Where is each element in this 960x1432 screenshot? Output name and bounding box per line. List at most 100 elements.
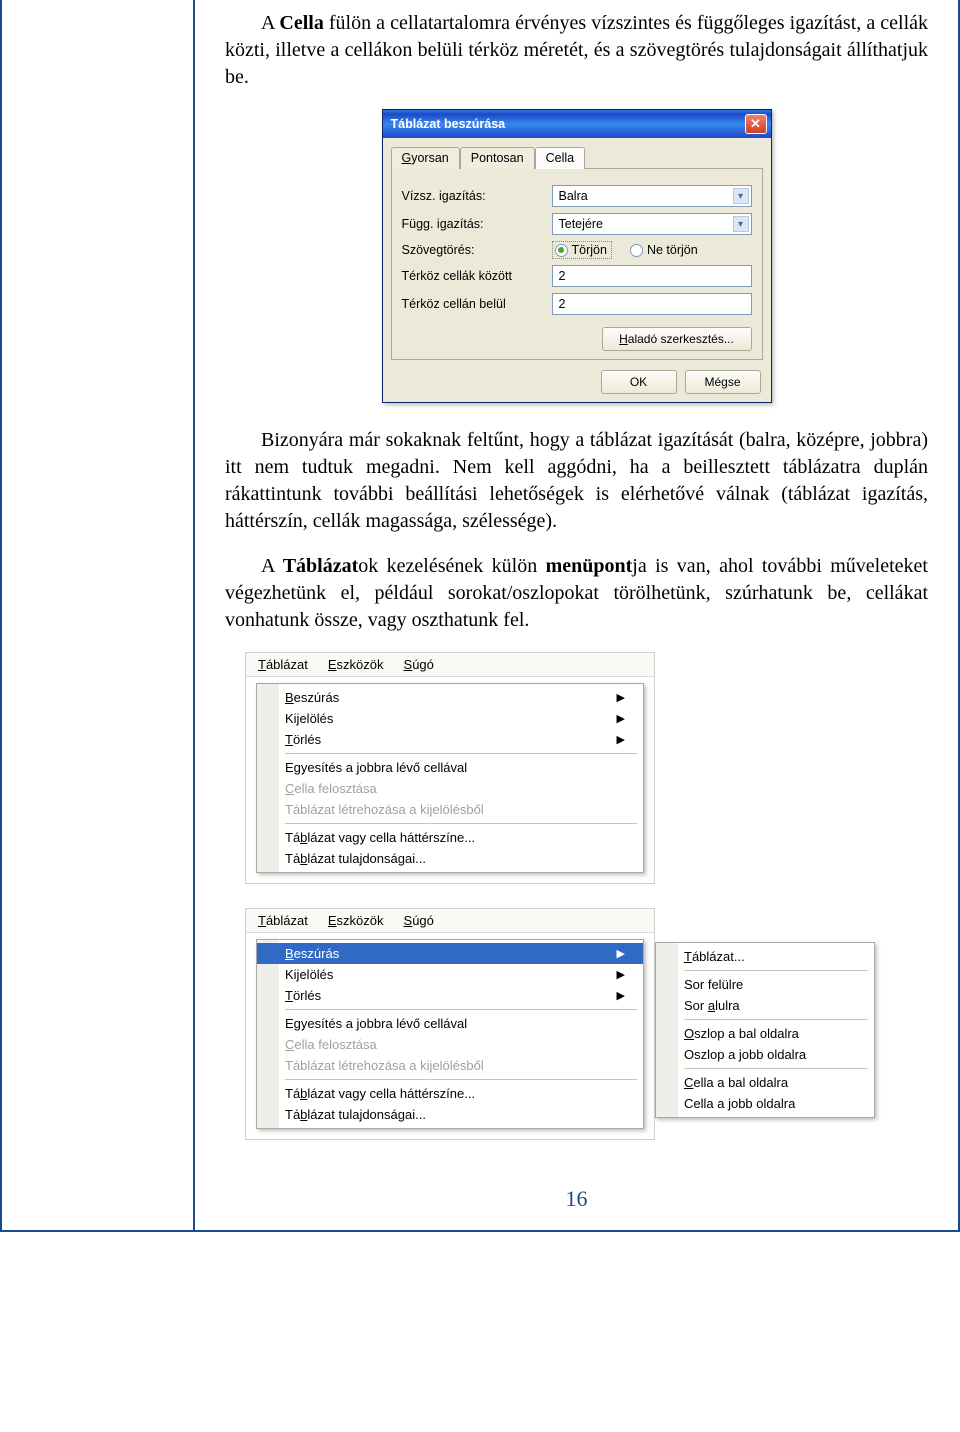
select-horiz-value: Balra (559, 189, 588, 203)
insert-table-dialog: Táblázat beszúrása ✕ Gyorsan Pontosan Ce… (382, 109, 772, 403)
select-horiz-align[interactable]: Balra ▾ (552, 185, 752, 207)
submenu-arrow-icon: ▶ (617, 947, 625, 960)
menu-item-kijeloles[interactable]: Kijelölés▶ (257, 964, 643, 985)
tab-gyorsan[interactable]: Gyorsan (391, 147, 460, 169)
p3-mid1: ok kezelésének külön (358, 555, 545, 577)
radio-wrap-no[interactable]: Ne törjön (630, 243, 698, 257)
menu2-block: Táblázat Eszközök Súgó Beszúrás▶ Kijelöl… (245, 908, 655, 1140)
submenu-arrow-icon: ▶ (617, 691, 625, 704)
p1-prefix: A (261, 12, 279, 34)
radio-wrap-no-label: Ne törjön (647, 243, 698, 257)
document-page: A Cella fülön a cellatartalomra érvényes… (0, 0, 960, 1232)
menu-separator (285, 1079, 637, 1080)
submenu-item-tablazat[interactable]: Táblázat... (656, 946, 874, 967)
submenu-item-sor-felulre[interactable]: Sor felülre (656, 974, 874, 995)
label-text-wrap: Szövegtörés: (402, 243, 552, 257)
dialog-tabs: Gyorsan Pontosan Cella (383, 138, 771, 168)
menu-item-tablazat-letrehozasa: Táblázat létrehozása a kijelölésből (257, 799, 643, 820)
menu-item-cella-felosztasa: Cella felosztása (257, 1034, 643, 1055)
menu-separator (285, 823, 637, 824)
menu-separator (285, 1009, 637, 1010)
menubar-item-tablazat[interactable]: Táblázat (258, 913, 308, 928)
paragraph-1: A Cella fülön a cellatartalomra érvényes… (225, 10, 928, 91)
menu-item-hatterszin[interactable]: Táblázat vagy cella háttérszíne... (257, 827, 643, 848)
menu1-dropdown: Beszúrás▶ Kijelölés▶ Törlés▶ Egyesítés a… (256, 683, 644, 873)
menu-item-cella-felosztasa: Cella felosztása (257, 778, 643, 799)
ok-button[interactable]: OK (601, 370, 677, 394)
content-column: A Cella fülön a cellatartalomra érvényes… (195, 0, 960, 1232)
paragraph-2: Bizonyára már sokaknak feltűnt, hogy a t… (225, 427, 928, 535)
label-gap-inside: Térköz cellán belül (402, 297, 552, 311)
chevron-down-icon: ▾ (733, 216, 749, 232)
dialog-tabpanel-cella: Vízsz. igazítás: Balra ▾ Függ. igazítás:… (391, 168, 763, 360)
menubar-item-eszkozok[interactable]: Eszközök (328, 913, 384, 928)
advanced-edit-button[interactable]: Haladó szerkesztés... (602, 327, 752, 351)
select-vert-value: Tetejére (559, 217, 603, 231)
menubar-item-sugo[interactable]: Súgó (404, 657, 434, 672)
close-icon: ✕ (750, 116, 761, 132)
tab-cella[interactable]: Cella (535, 147, 586, 169)
submenu-beszuras: Táblázat... Sor felülre Sor alulra Oszlo… (655, 942, 875, 1118)
submenu-arrow-icon: ▶ (617, 989, 625, 1002)
menu-item-torles[interactable]: Törlés▶ (257, 985, 643, 1006)
submenu-arrow-icon: ▶ (617, 733, 625, 746)
dialog-wrap: Táblázat beszúrása ✕ Gyorsan Pontosan Ce… (225, 109, 928, 403)
page-number: 16 (225, 1164, 928, 1220)
left-margin-column (0, 0, 195, 1232)
input-gap-inside[interactable]: 2 (552, 293, 752, 315)
menu-item-hatterszin[interactable]: Táblázat vagy cella háttérszíne... (257, 1083, 643, 1104)
p1-bold-cella: Cella (279, 12, 323, 34)
menubar-item-sugo[interactable]: Súgó (404, 913, 434, 928)
menu-item-tablazat-letrehozasa: Táblázat létrehozása a kijelölésből (257, 1055, 643, 1076)
menu2-dropdown: Beszúrás▶ Kijelölés▶ Törlés▶ Egyesítés a… (256, 939, 644, 1129)
p3-prefix: A (261, 555, 283, 577)
menu-separator (285, 753, 637, 754)
menu-item-beszuras[interactable]: Beszúrás▶ (257, 943, 643, 964)
submenu-arrow-icon: ▶ (617, 968, 625, 981)
chevron-down-icon: ▾ (733, 188, 749, 204)
p1-rest: fülön a cellatartalomra érvényes vízszin… (225, 12, 928, 88)
radio-wrap-yes-label: Törjön (572, 243, 607, 257)
menu-separator (684, 970, 868, 971)
menu1-block: Táblázat Eszközök Súgó Beszúrás▶ Kijelöl… (245, 652, 655, 884)
input-gap-inside-value: 2 (559, 297, 566, 311)
menu1-wrap: Táblázat Eszközök Súgó Beszúrás▶ Kijelöl… (225, 652, 928, 884)
submenu-item-oszlop-jobb[interactable]: Oszlop a jobb oldalra (656, 1044, 874, 1065)
p3-bold-tablazat: Táblázat (283, 555, 359, 577)
menu-item-tulajdonsagai[interactable]: Táblázat tulajdonságai... (257, 848, 643, 869)
input-gap-between[interactable]: 2 (552, 265, 752, 287)
label-gap-between: Térköz cellák között (402, 269, 552, 283)
dialog-titlebar[interactable]: Táblázat beszúrása ✕ (383, 110, 771, 138)
submenu-item-cella-bal[interactable]: Cella a bal oldalra (656, 1072, 874, 1093)
submenu-arrow-icon: ▶ (617, 712, 625, 725)
tab-pontosan[interactable]: Pontosan (460, 147, 535, 169)
menubar-item-tablazat[interactable]: Táblázat (258, 657, 308, 672)
submenu-item-sor-alulra[interactable]: Sor alulra (656, 995, 874, 1016)
submenu-item-oszlop-bal[interactable]: Oszlop a bal oldalra (656, 1023, 874, 1044)
radio-icon (555, 244, 568, 257)
menu2-wrap: Táblázat Eszközök Súgó Beszúrás▶ Kijelöl… (225, 908, 928, 1140)
cancel-button[interactable]: Mégse (685, 370, 761, 394)
p3-bold-menupont: menüpont (546, 555, 633, 577)
menu-separator (684, 1068, 868, 1069)
menu-item-egyesites[interactable]: Egyesítés a jobbra lévő cellával (257, 757, 643, 778)
menubar-item-eszkozok[interactable]: Eszközök (328, 657, 384, 672)
menu-separator (684, 1019, 868, 1020)
menubar-1: Táblázat Eszközök Súgó (246, 653, 654, 677)
menubar-2: Táblázat Eszközök Súgó (246, 909, 654, 933)
menu-item-tulajdonsagai[interactable]: Táblázat tulajdonságai... (257, 1104, 643, 1125)
paragraph-3: A Táblázatok kezelésének külön menüpontj… (225, 553, 928, 634)
menu-item-egyesites[interactable]: Egyesítés a jobbra lévő cellával (257, 1013, 643, 1034)
dialog-title: Táblázat beszúrása (391, 117, 506, 131)
radio-wrap-yes[interactable]: Törjön (555, 243, 607, 257)
menu-item-kijeloles[interactable]: Kijelölés▶ (257, 708, 643, 729)
radio-icon (630, 244, 643, 257)
dialog-button-row: OK Mégse (383, 368, 771, 402)
select-vert-align[interactable]: Tetejére ▾ (552, 213, 752, 235)
dialog-close-button[interactable]: ✕ (745, 114, 767, 134)
label-horiz-align: Vízsz. igazítás: (402, 189, 552, 203)
input-gap-between-value: 2 (559, 269, 566, 283)
menu-item-torles[interactable]: Törlés▶ (257, 729, 643, 750)
menu-item-beszuras[interactable]: Beszúrás▶ (257, 687, 643, 708)
submenu-item-cella-jobb[interactable]: Cella a jobb oldalra (656, 1093, 874, 1114)
